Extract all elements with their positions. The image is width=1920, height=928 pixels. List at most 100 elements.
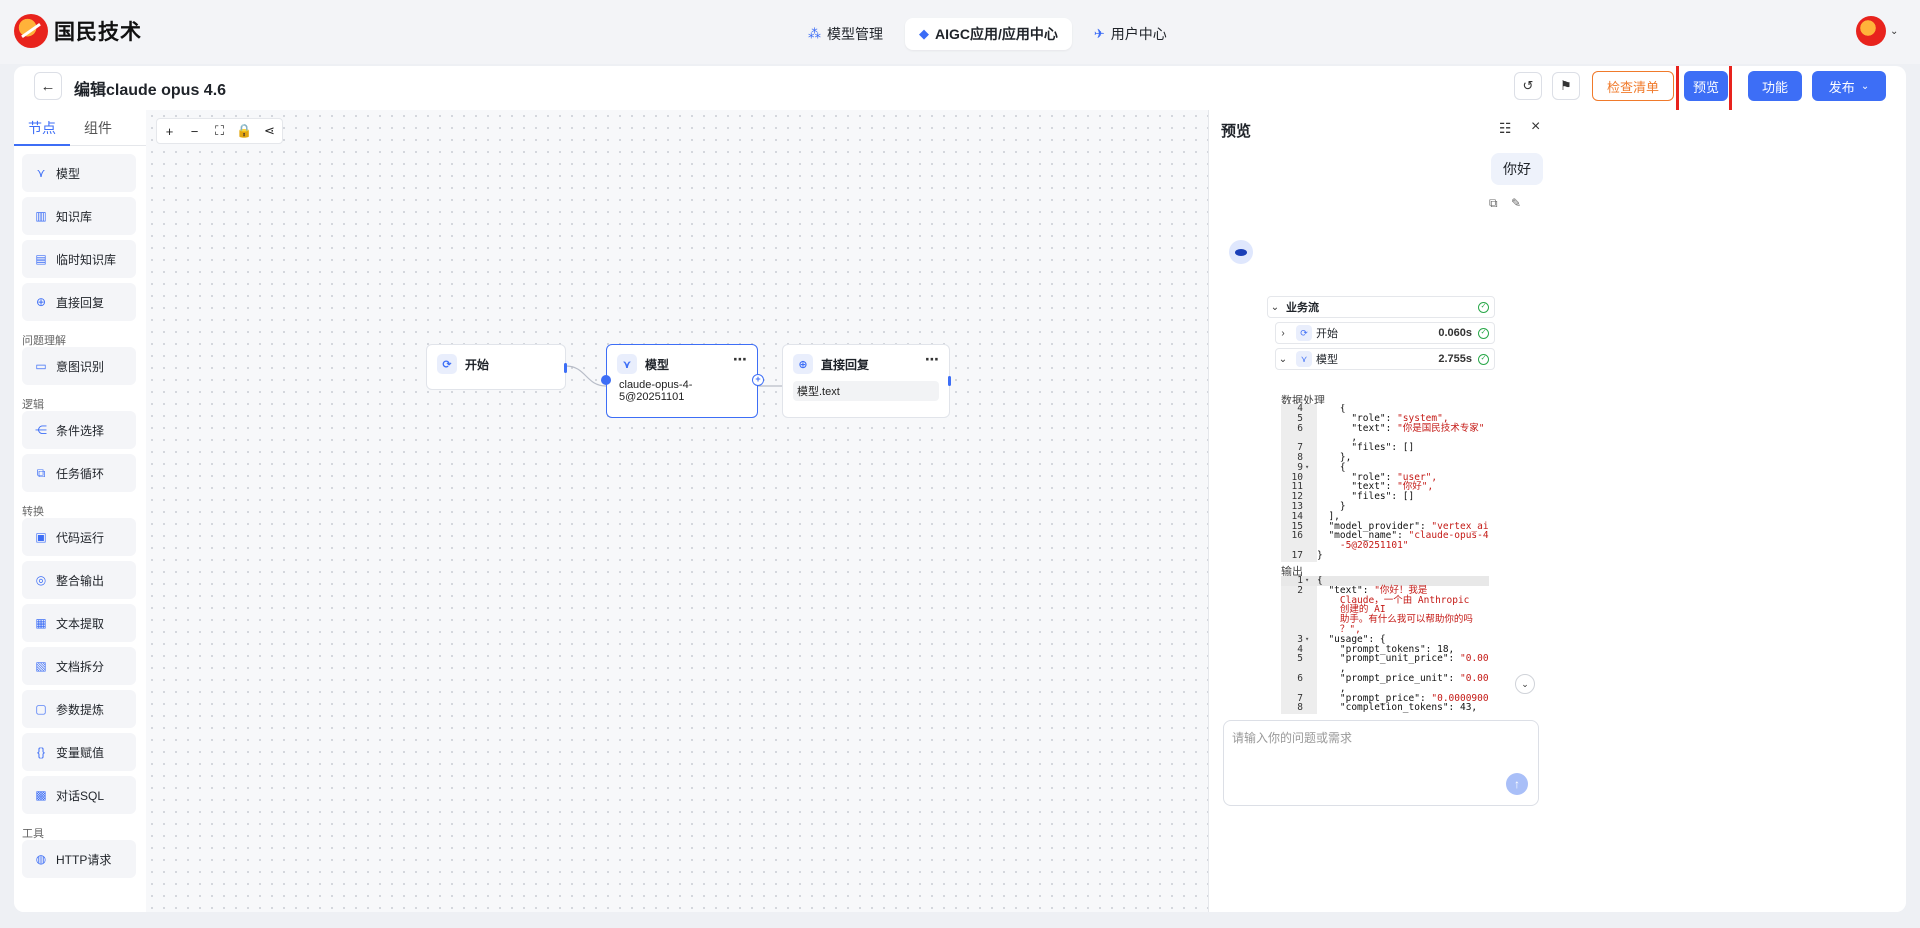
tab-components[interactable]: 组件 (84, 118, 112, 138)
nav-tab-label: 用户中心 (1110, 26, 1167, 42)
preview-panel: 预览 ☷ × 你好 ⧉ ✎ ⌄ 业务流 ✓ › ⟳ 开始 0.060s ✓ ⌄ … (1208, 110, 1906, 912)
input-port[interactable] (601, 375, 611, 385)
node-item-temp-kb[interactable]: ▤ 临时知识库 (22, 240, 136, 278)
zoom-in-icon[interactable]: + (157, 119, 182, 143)
code-line: 6 "text": "你是国民技术专家" (1281, 422, 1489, 434)
back-button[interactable]: ← (34, 72, 62, 100)
node-body: 模型.text (793, 381, 939, 401)
node-item-label: 任务循环 (56, 466, 105, 481)
node-item-code[interactable]: ▣ 代码运行 (22, 518, 136, 556)
send-button[interactable]: ↑ (1506, 773, 1528, 795)
book-icon: ▥ (35, 209, 47, 223)
flow-node-direct-reply[interactable]: ⊕ 直接回复 ⋯ 模型.text (782, 344, 951, 418)
code-line: 6 "prompt_price_unit": "0.001" (1281, 674, 1489, 684)
fold-caret-icon[interactable]: ▾ (1303, 635, 1317, 645)
fold-caret-icon (1303, 654, 1317, 664)
features-button[interactable]: 功能 (1748, 71, 1802, 101)
chevron-down-icon: ⌄ (1278, 353, 1288, 365)
node-item-text-extract[interactable]: ▦ 文本提取 (22, 604, 136, 642)
node-header: ⟳ 开始 (437, 354, 489, 374)
output-port[interactable] (564, 363, 567, 373)
node-item-doc-split[interactable]: ▧ 文档拆分 (22, 647, 136, 685)
brand-name: 国民技术 (54, 21, 142, 44)
line-number: 6 (1297, 422, 1303, 434)
code-text: } (1317, 549, 1323, 561)
fold-caret-icon[interactable]: ▾ (1303, 576, 1317, 586)
node-item-loop[interactable]: ⧉ 任务循环 (22, 454, 136, 492)
flow-node-start[interactable]: ⟳ 开始 (426, 344, 567, 390)
workflow-step-start[interactable]: › ⟳ 开始 0.060s ✓ (1275, 322, 1495, 344)
output-code-viewer[interactable]: 1 ▾{2 "text": "你好！我是 Claude，一个由 Anthropic… (1281, 576, 1489, 714)
fold-caret-icon[interactable]: ▾ (1303, 463, 1317, 473)
node-item-variable[interactable]: {} 变量赋值 (22, 733, 136, 771)
fold-caret-icon (1303, 625, 1317, 635)
flow-node-model[interactable]: ⋎ 模型 ⋯ claude-opus-4-5@20251101 + (601, 344, 764, 418)
code-string: -5@20251101" (1339, 540, 1409, 552)
user-menu[interactable]: ⌄ (1856, 16, 1898, 46)
node-item-model[interactable]: ⋎ 模型 (22, 154, 136, 192)
fit-view-icon[interactable]: ⛶ (207, 119, 232, 143)
nav-tab-aigc-app[interactable]: ◆ AIGC应用/应用中心 (905, 18, 1072, 50)
chat-input[interactable] (1232, 729, 1502, 789)
checklist-button[interactable]: 检查清单 (1592, 71, 1674, 101)
scroll-down-button[interactable]: ⌄ (1515, 674, 1535, 694)
arrow-up-icon: ↑ (1514, 777, 1520, 791)
user-message: 你好 (1491, 153, 1543, 185)
check-circle-icon: ✓ (1478, 353, 1489, 365)
nav-tab-user-center[interactable]: ✈ 用户中心 (1080, 18, 1181, 50)
workflow-canvas[interactable]: + − ⛶ 🔒 ⋖ ⟳ 开始 ⋎ 模型 ⋯ claude-opus-4-5@20… (146, 110, 1208, 912)
publish-button[interactable]: 发布 ⌄ (1812, 71, 1886, 101)
lock-icon[interactable]: 🔒 (232, 119, 257, 143)
code-line: 8 "completion_tokens": 43, (1281, 703, 1489, 713)
brand-logo[interactable]: 国民技术 (14, 14, 142, 48)
line-number: 16 (1291, 530, 1303, 542)
feedback-button[interactable]: ⚑ (1552, 72, 1580, 100)
loop-icon: ⧉ (36, 465, 46, 480)
layout-icon[interactable]: ⋖ (257, 119, 282, 143)
more-icon[interactable]: ⋯ (925, 351, 939, 368)
workflow-step-model[interactable]: ⌄ ⋎ 模型 2.755s ✓ (1275, 348, 1495, 370)
node-item-knowledge-base[interactable]: ▥ 知识库 (22, 197, 136, 235)
code-line: 5 "prompt_unit_price": "0.005" (1281, 654, 1489, 664)
section-label-tools: 工具 (22, 828, 44, 840)
model-icon: ⁂ (808, 26, 821, 41)
section-label-understanding: 问题理解 (22, 335, 66, 347)
output-port[interactable] (948, 376, 951, 386)
zoom-out-icon[interactable]: − (182, 119, 207, 143)
fold-caret-icon (1303, 522, 1317, 532)
node-item-label: 对话SQL (56, 788, 105, 803)
add-port-icon[interactable]: + (752, 374, 764, 386)
node-item-condition[interactable]: ⋲ 条件选择 (22, 411, 136, 449)
code-line: 17} (1281, 551, 1489, 561)
history-button[interactable]: ↺ (1514, 72, 1542, 100)
code-line: -5@20251101" (1281, 541, 1489, 551)
chat-input-box[interactable]: ↑ (1223, 720, 1539, 806)
nav-tab-model-management[interactable]: ⁂ 模型管理 (794, 18, 897, 50)
code-icon: ▣ (35, 530, 47, 544)
chevron-down-icon: ⌄ (1860, 80, 1870, 92)
settings-icon[interactable]: ☷ (1499, 120, 1512, 137)
chevron-down-icon: ⌄ (1890, 25, 1899, 37)
tab-nodes[interactable]: 节点 (28, 118, 56, 138)
line-number: 17 (1291, 549, 1303, 561)
node-item-label: 模型 (56, 166, 81, 181)
input-code-viewer[interactable]: 4 {5 "role": "system", 6 "text": "你是国民技术专… (1281, 404, 1489, 562)
avatar (1856, 16, 1886, 46)
workflow-row[interactable]: ⌄ 业务流 ✓ (1267, 296, 1495, 318)
node-item-intent[interactable]: ▭ 意图识别 (22, 347, 136, 385)
copy-icon[interactable]: ⧉ (1489, 196, 1498, 211)
fold-caret-icon (1303, 694, 1317, 704)
edit-icon[interactable]: ✎ (1511, 196, 1521, 210)
node-item-sql[interactable]: ▩ 对话SQL (22, 776, 136, 814)
node-item-merge-output[interactable]: ◎ 整合输出 (22, 561, 136, 599)
node-item-http[interactable]: ◍ HTTP请求 (22, 840, 136, 878)
close-icon[interactable]: × (1531, 118, 1540, 136)
more-icon[interactable]: ⋯ (733, 351, 747, 368)
line-number: 2 (1297, 584, 1303, 596)
section-label-transform: 转换 (22, 506, 44, 518)
node-item-direct-reply[interactable]: ⊕ 直接回复 (22, 283, 136, 321)
top-bar: 国民技术 ⁂ 模型管理 ◆ AIGC应用/应用中心 ✈ 用户中心 ⌄ (0, 0, 1920, 64)
code-line: 8 }, (1281, 453, 1489, 463)
check-circle-icon: ✓ (1478, 301, 1489, 313)
node-item-param-extract[interactable]: ▢ 参数提炼 (22, 690, 136, 728)
